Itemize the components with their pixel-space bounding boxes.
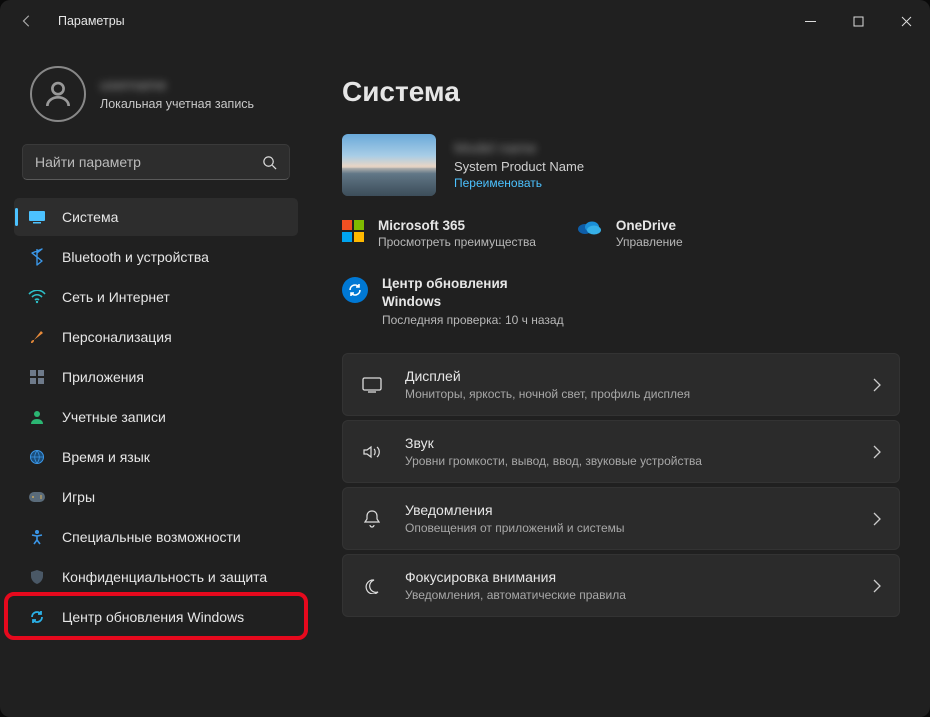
card-sub: Мониторы, яркость, ночной свет, профиль … xyxy=(405,387,690,401)
card-sound[interactable]: Звук Уровни громкости, вывод, ввод, звуко… xyxy=(342,420,900,483)
wu-sub: Последняя проверка: 10 ч назад xyxy=(382,313,564,327)
microsoft-logo-icon xyxy=(342,220,364,242)
ms365-sub: Просмотреть преимущества xyxy=(378,235,536,249)
device-image xyxy=(342,134,436,196)
device-model: Model name xyxy=(454,140,584,157)
avatar xyxy=(30,66,86,122)
nav-label: Специальные возможности xyxy=(62,529,241,545)
update-icon xyxy=(28,608,46,626)
page-heading: Система xyxy=(342,76,900,108)
sidebar-item-system[interactable]: Система xyxy=(14,198,298,236)
maximize-button[interactable] xyxy=(834,0,882,42)
chevron-right-icon xyxy=(873,445,881,459)
sidebar-item-accessibility[interactable]: Специальные возможности xyxy=(14,518,298,556)
person-icon xyxy=(28,408,46,426)
main-content: Система Model name System Product Name П… xyxy=(312,42,930,717)
card-notifications[interactable]: Уведомления Оповещения от приложений и си… xyxy=(342,487,900,550)
rename-link[interactable]: Переименовать xyxy=(454,176,584,190)
ms365-tile[interactable]: Microsoft 365 Просмотреть преимущества xyxy=(342,218,536,249)
sidebar-item-apps[interactable]: Приложения xyxy=(14,358,298,396)
settings-window: Параметры username Локальная учетная зап… xyxy=(0,0,930,717)
brush-icon xyxy=(28,328,46,346)
nav-label: Bluetooth и устройства xyxy=(62,249,209,265)
ms365-label: Microsoft 365 xyxy=(378,218,536,233)
nav-label: Учетные записи xyxy=(62,409,166,425)
sidebar-item-network[interactable]: Сеть и Интернет xyxy=(14,278,298,316)
sidebar-item-time[interactable]: Время и язык xyxy=(14,438,298,476)
back-button[interactable] xyxy=(14,14,40,28)
window-controls xyxy=(786,0,930,42)
accessibility-icon xyxy=(28,528,46,546)
sidebar-item-bluetooth[interactable]: Bluetooth и устройства xyxy=(14,238,298,276)
minimize-button[interactable] xyxy=(786,0,834,42)
nav-label: Игры xyxy=(62,489,95,505)
chevron-right-icon xyxy=(873,378,881,392)
nav: Система Bluetooth и устройства Сеть и Ин… xyxy=(8,194,304,640)
windows-update-tile[interactable]: Центр обновления Windows Последняя прове… xyxy=(342,275,900,327)
sidebar-item-update[interactable]: Центр обновления Windows xyxy=(14,598,298,636)
account-name: username xyxy=(100,77,254,94)
titlebar: Параметры xyxy=(0,0,930,42)
onedrive-icon xyxy=(576,218,602,236)
card-title: Дисплей xyxy=(405,368,690,384)
onedrive-label: OneDrive xyxy=(616,218,683,233)
apps-icon xyxy=(28,368,46,386)
card-display[interactable]: Дисплей Мониторы, яркость, ночной свет, п… xyxy=(342,353,900,416)
moon-icon xyxy=(361,578,383,594)
nav-label: Система xyxy=(62,209,118,225)
display-icon xyxy=(361,377,383,393)
onedrive-sub: Управление xyxy=(616,235,683,249)
chevron-right-icon xyxy=(873,512,881,526)
card-sub: Уведомления, автоматические правила xyxy=(405,588,626,602)
shield-icon xyxy=(28,568,46,586)
nav-label: Конфиденциальность и защита xyxy=(62,569,267,585)
device-product: System Product Name xyxy=(454,159,584,174)
sidebar: username Локальная учетная запись Систем… xyxy=(0,42,312,717)
bluetooth-icon xyxy=(28,248,46,266)
device-tile[interactable]: Model name System Product Name Переимено… xyxy=(342,128,900,200)
wifi-icon xyxy=(28,288,46,306)
card-title: Фокусировка внимания xyxy=(405,569,626,585)
close-button[interactable] xyxy=(882,0,930,42)
chevron-right-icon xyxy=(873,579,881,593)
onedrive-tile[interactable]: OneDrive Управление xyxy=(576,218,683,249)
gaming-icon xyxy=(28,488,46,506)
sidebar-item-personalization[interactable]: Персонализация xyxy=(14,318,298,356)
sidebar-item-privacy[interactable]: Конфиденциальность и защита xyxy=(14,558,298,596)
card-sub: Уровни громкости, вывод, ввод, звуковые … xyxy=(405,454,702,468)
search-input[interactable] xyxy=(35,154,262,170)
bell-icon xyxy=(361,510,383,528)
sidebar-item-accounts[interactable]: Учетные записи xyxy=(14,398,298,436)
nav-label: Приложения xyxy=(62,369,144,385)
nav-label: Центр обновления Windows xyxy=(62,609,244,625)
nav-label: Время и язык xyxy=(62,449,150,465)
sidebar-item-gaming[interactable]: Игры xyxy=(14,478,298,516)
card-focus[interactable]: Фокусировка внимания Уведомления, автомат… xyxy=(342,554,900,617)
card-title: Звук xyxy=(405,435,702,451)
system-icon xyxy=(28,208,46,226)
account-block[interactable]: username Локальная учетная запись xyxy=(8,50,304,140)
search-box[interactable] xyxy=(22,144,290,180)
wu-label: Центр обновления Windows xyxy=(382,275,542,310)
card-sub: Оповещения от приложений и системы xyxy=(405,521,625,535)
globe-icon xyxy=(28,448,46,466)
search-icon xyxy=(262,155,277,170)
sound-icon xyxy=(361,444,383,460)
update-round-icon xyxy=(342,277,368,303)
nav-label: Сеть и Интернет xyxy=(62,289,170,305)
nav-label: Персонализация xyxy=(62,329,172,345)
card-title: Уведомления xyxy=(405,502,625,518)
window-title: Параметры xyxy=(58,14,125,28)
account-sub: Локальная учетная запись xyxy=(100,97,254,111)
